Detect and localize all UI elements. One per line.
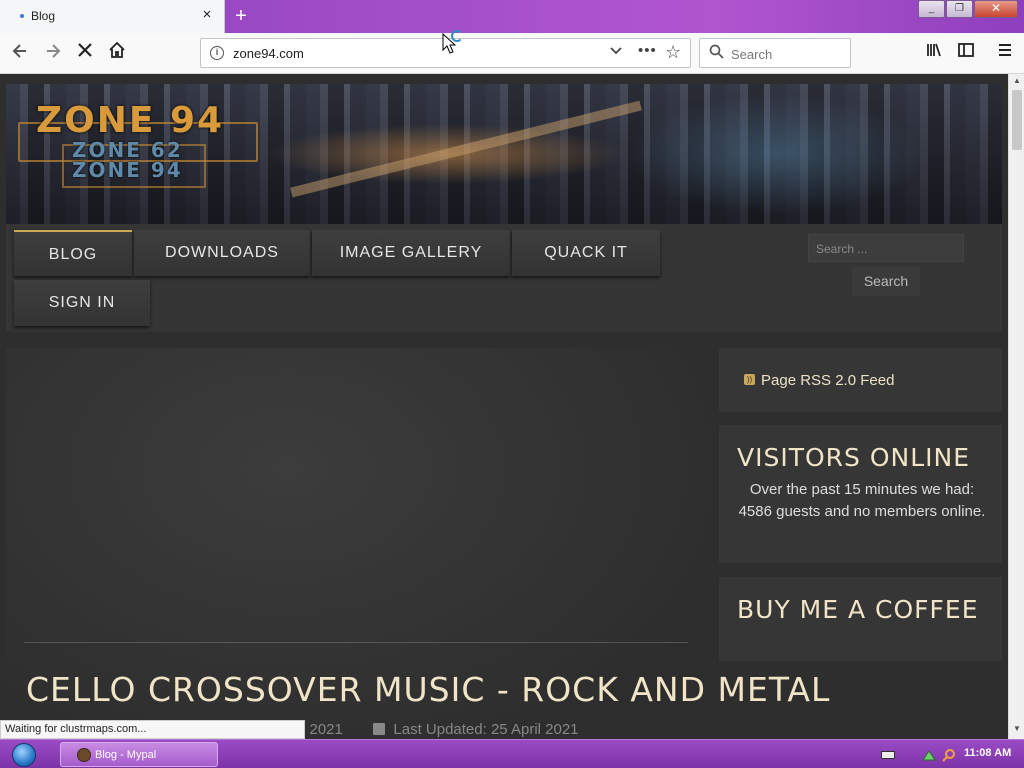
search-bar[interactable]: Search	[699, 38, 851, 68]
logo-sub-line-1: ZONE 62	[72, 138, 183, 162]
main-menu: BLOG DOWNLOADS IMAGE GALLERY QUACK IT SI…	[6, 224, 1002, 332]
rss-icon: ))	[744, 374, 755, 385]
bookmark-star-icon[interactable]: ☆	[665, 42, 681, 63]
search-tray-icon[interactable]	[942, 748, 956, 762]
app-icon	[77, 748, 91, 762]
coffee-title: BUY ME A COFFEE	[737, 595, 979, 624]
sidebar-icon[interactable]	[954, 41, 978, 65]
rss-panel: )) Page RSS 2.0 Feed	[719, 348, 1002, 412]
new-tab-button[interactable]: +	[230, 5, 252, 27]
status-bar: Waiting for clustrmaps.com...	[0, 720, 305, 739]
site-logo[interactable]: ZONE 94	[36, 100, 224, 141]
keyboard-icon[interactable]	[881, 751, 895, 759]
minimize-button[interactable]: _	[918, 0, 945, 18]
banner-glow	[626, 94, 926, 214]
logo-sub-line-2: ZONE 94	[72, 158, 183, 182]
article-card: CELLO CROSSOVER MUSIC - ROCK AND METAL l…	[6, 348, 829, 739]
menu-item-sign-in[interactable]: SIGN IN	[14, 280, 150, 326]
restore-button[interactable]: ❐	[946, 0, 973, 18]
windows-start-icon	[12, 743, 36, 767]
scrollbar-thumb[interactable]	[1012, 90, 1022, 150]
search-placeholder: Search	[731, 47, 773, 62]
divider	[24, 642, 688, 643]
navigation-toolbar: i zone94.com ••• ☆ Search	[0, 33, 1024, 74]
taskbar-item-label: Blog - Mypal	[95, 749, 157, 761]
site-banner[interactable]: ZONE 94 ZONE 62 ZONE 94	[6, 84, 1002, 224]
menu-item-downloads[interactable]: DOWNLOADS	[134, 230, 310, 276]
library-icon[interactable]	[922, 41, 946, 65]
back-icon[interactable]	[8, 41, 32, 65]
visitors-text: Over the past 15 minutes we had: 4586 gu…	[738, 481, 986, 520]
info-icon[interactable]: i	[210, 46, 224, 60]
tab-bar: Blog × + _ ❐ ✕	[0, 0, 1024, 33]
scroll-up-icon[interactable]: ▲	[1013, 76, 1021, 85]
site-search-placeholder: Search ...	[816, 242, 868, 256]
article-created: l 2021	[302, 721, 343, 738]
site-search-button[interactable]: Search	[852, 266, 920, 296]
close-window-button[interactable]: ✕	[974, 0, 1018, 18]
visitors-title: VISITORS ONLINE	[737, 443, 971, 472]
hamburger-menu-icon[interactable]	[993, 41, 1017, 65]
menu-item-image-gallery[interactable]: IMAGE GALLERY	[312, 230, 510, 276]
loading-dot-icon	[20, 14, 24, 18]
menu-item-blog[interactable]: BLOG	[14, 230, 132, 276]
coffee-panel: BUY ME A COFFEE	[719, 577, 1002, 661]
rss-feed-link[interactable]: Page RSS 2.0 Feed	[761, 372, 894, 389]
site-logo-sub: ZONE 62 ZONE 94	[72, 140, 183, 180]
chevron-down-icon[interactable]	[609, 43, 623, 60]
window-controls: _ ❐ ✕	[917, 0, 1018, 18]
page-scrollbar[interactable]: ▲ ▼	[1008, 74, 1024, 739]
tab-close-button[interactable]: ×	[199, 7, 215, 23]
clock[interactable]: 11:08 AM	[964, 747, 1011, 759]
home-icon[interactable]	[105, 41, 129, 65]
taskbar: Blog - Mypal 11:08 AM	[0, 739, 1024, 768]
menu-item-quack-it[interactable]: QUACK IT	[512, 230, 660, 276]
scroll-down-icon[interactable]: ▼	[1013, 724, 1021, 733]
more-dots-icon[interactable]: •••	[638, 42, 657, 59]
article-title[interactable]: CELLO CROSSOVER MUSIC - ROCK AND METAL	[26, 670, 830, 709]
visitors-panel: VISITORS ONLINE Over the past 15 minutes…	[719, 425, 1002, 563]
calendar-icon	[373, 723, 386, 735]
article-updated: Last Updated: 25 April 2021	[393, 721, 579, 738]
web-page: ZONE 94 ZONE 62 ZONE 94 BLOG DOWNLOADS I…	[0, 74, 1008, 739]
search-icon	[709, 44, 724, 63]
mouse-cursor-icon	[442, 33, 456, 54]
site-search-input[interactable]: Search ...	[808, 234, 964, 262]
tab-title: Blog	[31, 9, 56, 23]
browser-tab[interactable]: Blog ×	[0, 0, 225, 33]
url-text[interactable]: zone94.com	[233, 46, 304, 61]
taskbar-item-browser[interactable]: Blog - Mypal	[60, 742, 218, 767]
network-icon[interactable]	[922, 748, 936, 761]
start-button[interactable]	[4, 741, 44, 768]
forward-icon[interactable]	[41, 41, 65, 65]
article-meta: l 2021 Last Updated: 25 April 2021	[302, 721, 579, 738]
stop-icon[interactable]	[73, 41, 97, 65]
